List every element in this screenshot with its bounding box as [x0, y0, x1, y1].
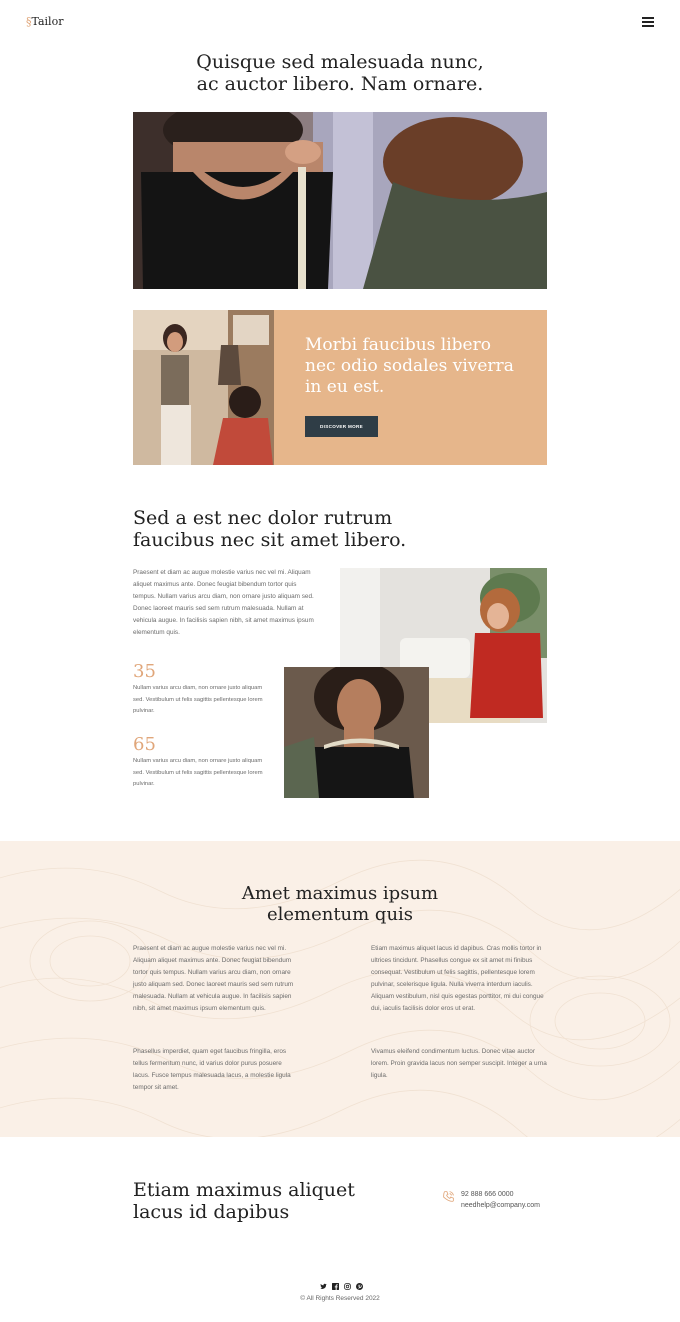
- stat-text: Nullam varius arcu diam, non ornare just…: [133, 685, 263, 714]
- twitter-icon[interactable]: [320, 1283, 327, 1290]
- copyright-text: © All Rights Reserved 2022: [300, 1295, 380, 1302]
- phone-icon: [442, 1190, 455, 1203]
- promo-title: Morbi faucibus libero nec odio sodales v…: [305, 335, 514, 397]
- contact-title: Etiam maximus aliquet lacus id dapibus: [133, 1179, 355, 1223]
- features-section: Amet maximus ipsum elementum quis Praese…: [0, 841, 680, 1137]
- site-logo[interactable]: § Tailor: [26, 15, 63, 28]
- about-title: Sed a est nec dolor rutrum faucibus nec …: [133, 507, 407, 551]
- contact-email[interactable]: needhelp@company.com: [461, 1202, 540, 1209]
- features-col1-p1: Praesent et diam ac augue molestie variu…: [133, 945, 294, 1012]
- facebook-icon[interactable]: [332, 1283, 339, 1290]
- hero-title: Quisque sed malesuada nunc, ac auctor li…: [196, 51, 484, 95]
- hero-image: [133, 112, 547, 289]
- model-image: [284, 667, 429, 798]
- features-col1-p2: Phasellus imperdiet, quam eget faucibus …: [133, 1048, 291, 1091]
- stat-number: 65: [133, 734, 156, 755]
- stat-item: 35 Nullam varius arcu diam, non ornare j…: [133, 661, 263, 718]
- logo-text: Tailor: [31, 15, 64, 28]
- pinterest-icon[interactable]: [356, 1283, 363, 1290]
- discover-more-button[interactable]: DISCOVER MORE: [305, 416, 378, 437]
- stat-item: 65 Nullam varius arcu diam, non ornare j…: [133, 734, 263, 791]
- features-col2-p2: Vivamus eleifend condimentum luctus. Don…: [371, 1048, 547, 1079]
- contact-phone[interactable]: 92 888 666 0000: [461, 1191, 514, 1198]
- stat-number: 35: [133, 661, 156, 682]
- instagram-icon[interactable]: [344, 1283, 351, 1290]
- promo-panel: Morbi faucibus libero nec odio sodales v…: [274, 310, 547, 465]
- social-links: [320, 1283, 363, 1290]
- promo-image: [133, 310, 274, 465]
- stat-text: Nullam varius arcu diam, non ornare just…: [133, 758, 263, 787]
- features-col2-p1: Etiam maximus aliquet lacus id dapibus. …: [371, 945, 544, 1012]
- about-body: Praesent et diam ac augue molestie variu…: [133, 569, 314, 636]
- hamburger-menu-icon[interactable]: [642, 17, 654, 27]
- features-title: Amet maximus ipsum elementum quis: [241, 883, 439, 925]
